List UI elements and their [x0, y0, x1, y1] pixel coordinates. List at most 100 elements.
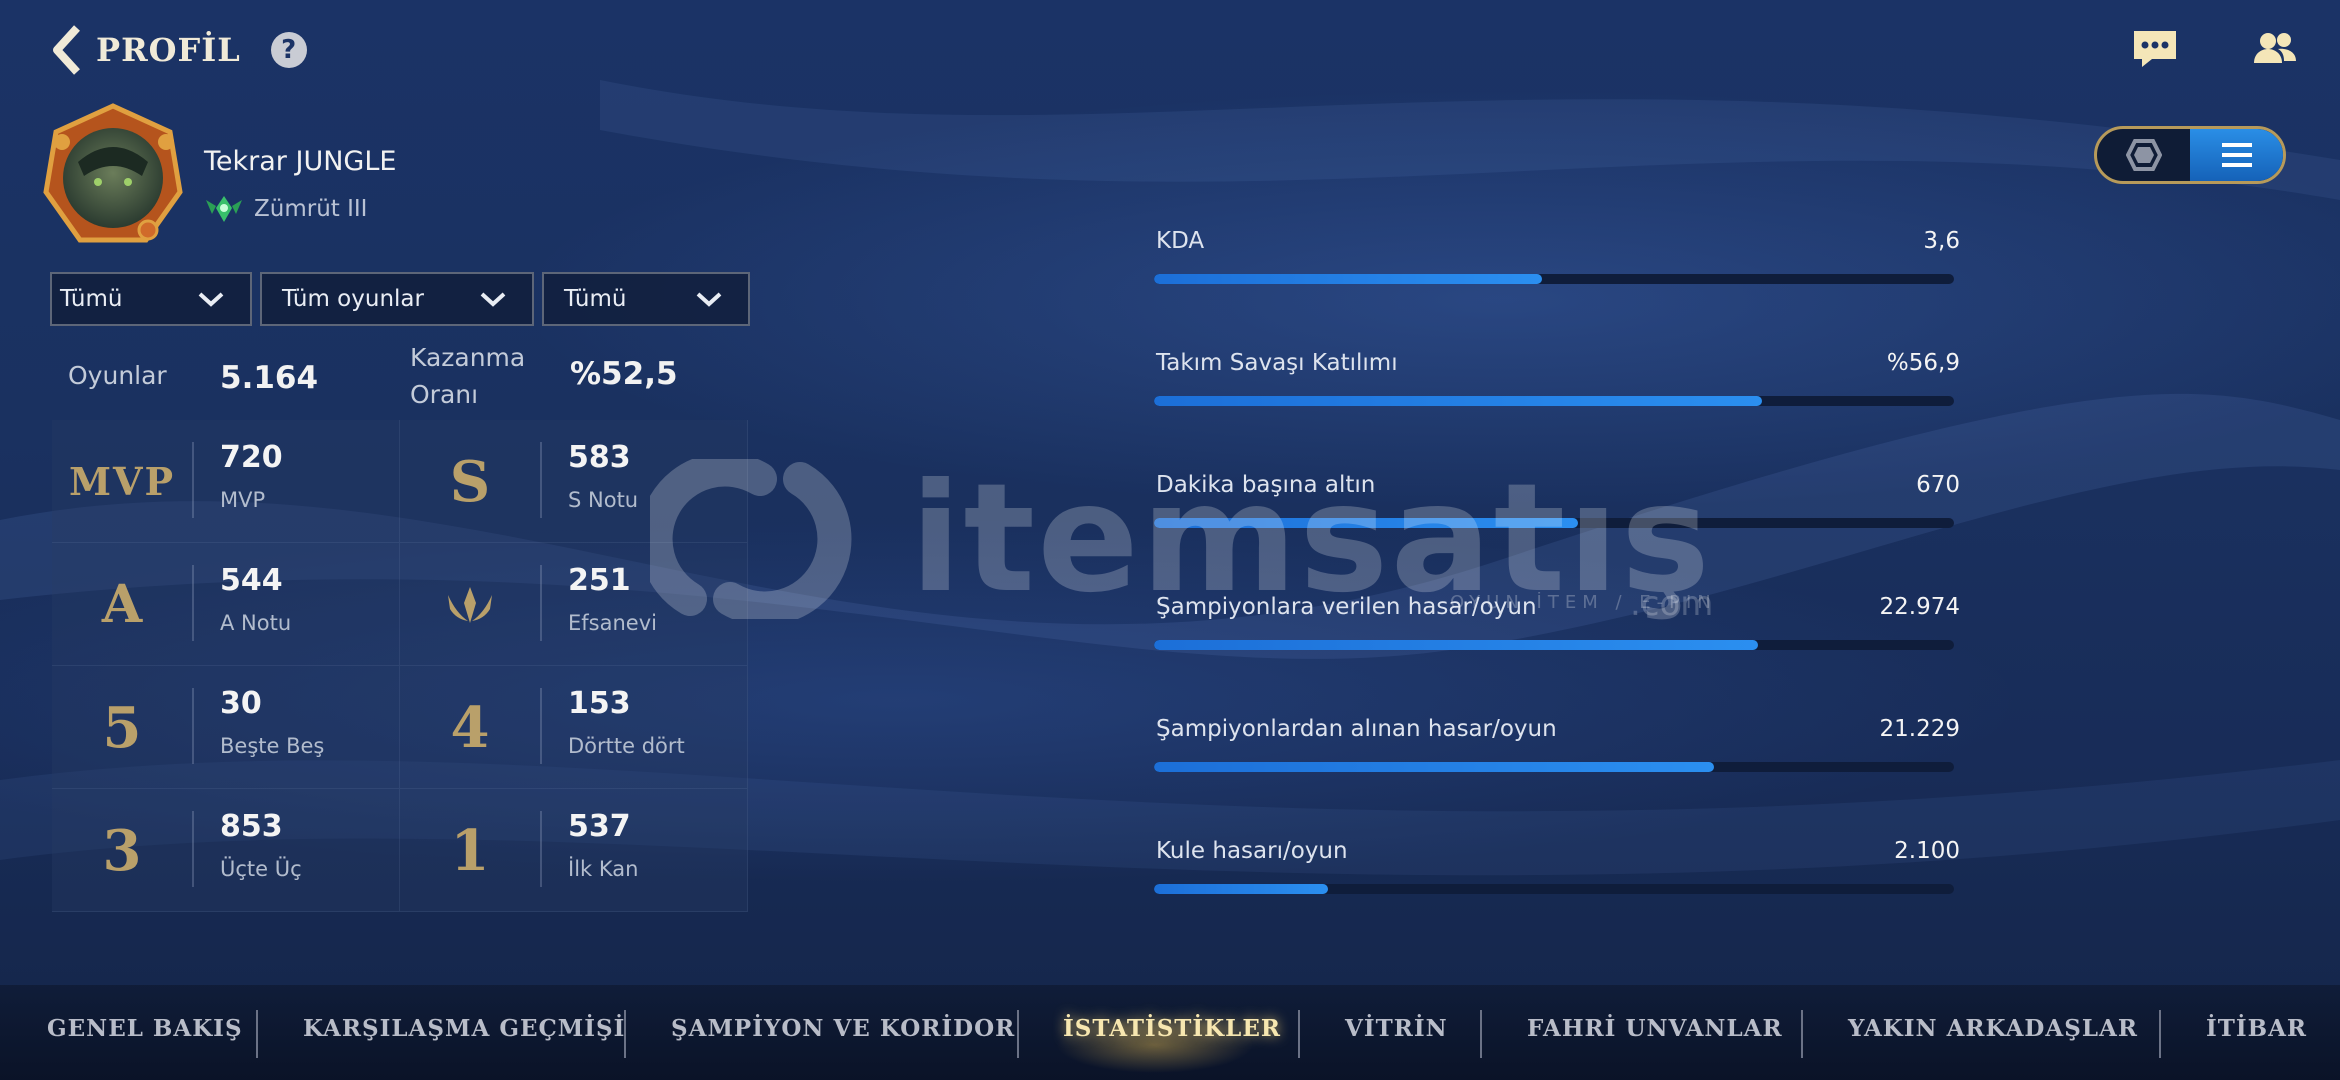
bar-fill	[1154, 396, 1762, 406]
pentakill-badge: 5	[102, 694, 142, 761]
tab-showcase[interactable]: VİTRİN	[1345, 1015, 1448, 1042]
bar-fill	[1154, 640, 1758, 650]
stat-value: 153	[568, 686, 631, 721]
friends-button[interactable]	[2250, 24, 2300, 74]
stat-cell-pentakill: 5 30 Beşte Beş	[52, 666, 400, 789]
game-mode-filter-dropdown[interactable]: Tüm oyunlar	[260, 272, 534, 326]
tab-reputation[interactable]: İTİBAR	[2206, 1015, 2307, 1042]
bar-fill	[1154, 274, 1542, 284]
bar-value: 21.229	[1879, 716, 1960, 742]
tab-champion-lane[interactable]: ŞAMPİYON VE KORİDOR	[671, 1015, 1015, 1042]
divider	[540, 811, 542, 887]
stat-label: Efsanevi	[568, 611, 657, 635]
first-blood-badge: 1	[450, 817, 490, 884]
nav-divider	[2159, 1010, 2161, 1058]
stat-label: İlk Kan	[568, 857, 639, 881]
stat-label: Beşte Beş	[220, 734, 325, 758]
chevron-left-icon	[53, 25, 80, 75]
avatar[interactable]	[38, 102, 188, 248]
bar-label: Şampiyonlardan alınan hasar/oyun	[1156, 716, 1557, 742]
a-grade-badge: A	[101, 574, 143, 635]
bar-track	[1154, 884, 1954, 894]
winrate-value: %52,5	[570, 356, 678, 392]
player-name: Tekrar JUNGLE	[204, 146, 397, 177]
stat-cell-quadrakill: 4 153 Dörtte dört	[400, 666, 748, 789]
stat-label: A Notu	[220, 611, 292, 635]
winrate-label: Kazanma	[410, 343, 526, 372]
rank: Zümrüt III	[204, 192, 367, 226]
divider	[192, 442, 194, 518]
nav-divider	[256, 1010, 258, 1058]
stat-value: 544	[220, 563, 283, 598]
watermark-logo-icon	[650, 459, 852, 619]
legendary-icon	[448, 586, 492, 623]
chat-icon	[2134, 31, 2176, 67]
rank-label: Zümrüt III	[254, 196, 368, 222]
tab-overview[interactable]: GENEL BAKIŞ	[47, 1015, 243, 1042]
list-view-toggle[interactable]	[2190, 129, 2283, 181]
header: PROFİL ?	[48, 22, 307, 78]
chevron-down-icon	[198, 292, 224, 307]
watermark-domain: .com	[1630, 584, 1714, 624]
stat-value: 251	[568, 563, 631, 598]
divider	[192, 811, 194, 887]
stat-label: Dörtte dört	[568, 734, 685, 758]
legendary-badge	[400, 543, 540, 666]
divider	[540, 442, 542, 518]
tab-statistics[interactable]: İSTATİSTİKLER	[1063, 1015, 1281, 1042]
emerald-rank-icon	[206, 196, 242, 222]
bar-label: Kule hasarı/oyun	[1156, 838, 1348, 864]
top-actions	[2130, 24, 2300, 74]
season-filter-dropdown[interactable]: Tümü	[542, 272, 750, 326]
divider	[192, 688, 194, 764]
bar-track	[1154, 396, 1954, 406]
quadrakill-badge: 4	[450, 694, 490, 761]
nav-divider	[1017, 1010, 1019, 1058]
bar-fill	[1154, 884, 1329, 894]
mvp-badge: MVP	[68, 459, 176, 504]
bar-label: KDA	[1156, 228, 1205, 254]
games-label: Oyunlar	[68, 361, 167, 390]
stat-grid: MVP 720 MVP S 583 S Notu A 544 A Notu 25…	[52, 420, 748, 912]
bar-value: 22.974	[1879, 594, 1960, 620]
stat-value: 537	[568, 809, 631, 844]
back-button[interactable]	[48, 22, 84, 78]
friends-icon	[2254, 33, 2296, 63]
help-icon: ?	[281, 35, 297, 65]
bar-track	[1154, 640, 1954, 650]
divider	[192, 565, 194, 641]
dropdown-value: Tümü	[564, 286, 627, 312]
dropdown-value: Tümü	[60, 286, 123, 312]
bar-track	[1154, 762, 1954, 772]
tab-match-history[interactable]: KARŞILAŞMA GEÇMİŞİ	[303, 1015, 625, 1042]
stat-label: S Notu	[568, 488, 639, 512]
bar-value: 670	[1916, 472, 1960, 498]
chat-button[interactable]	[2130, 24, 2180, 74]
dropdown-value: Tüm oyunlar	[282, 286, 424, 312]
bar-value: %56,9	[1886, 350, 1960, 376]
stat-label: MVP	[220, 488, 266, 512]
stat-value: 583	[568, 440, 631, 475]
help-button[interactable]: ?	[270, 32, 307, 68]
chevron-down-icon	[696, 292, 722, 307]
filters: Tümü Tüm oyunlar Tümü	[50, 272, 750, 326]
hexagon-icon	[2125, 139, 2162, 171]
bar-fill	[1154, 762, 1714, 772]
stat-value: 720	[220, 440, 283, 475]
tab-close-friends[interactable]: YAKIN ARKADAŞLAR	[1848, 1015, 2138, 1042]
winrate-label-line2: Oranı	[410, 380, 479, 409]
tab-honorary-titles[interactable]: FAHRİ UNVANLAR	[1527, 1015, 1783, 1042]
page-title: PROFİL	[96, 31, 241, 69]
divider	[540, 688, 542, 764]
bar-value: 2.100	[1894, 838, 1960, 864]
hex-view-toggle[interactable]	[2097, 129, 2190, 181]
stat-value: 30	[220, 686, 262, 721]
triplekill-badge: 3	[102, 817, 142, 884]
chevron-down-icon	[480, 292, 506, 307]
view-toggle	[2094, 126, 2286, 184]
nav-divider	[1801, 1010, 1803, 1058]
s-grade-badge: S	[449, 448, 491, 515]
avatar-frame-icon	[43, 103, 183, 243]
role-filter-dropdown[interactable]: Tümü	[50, 272, 252, 326]
bar-track	[1154, 274, 1954, 284]
